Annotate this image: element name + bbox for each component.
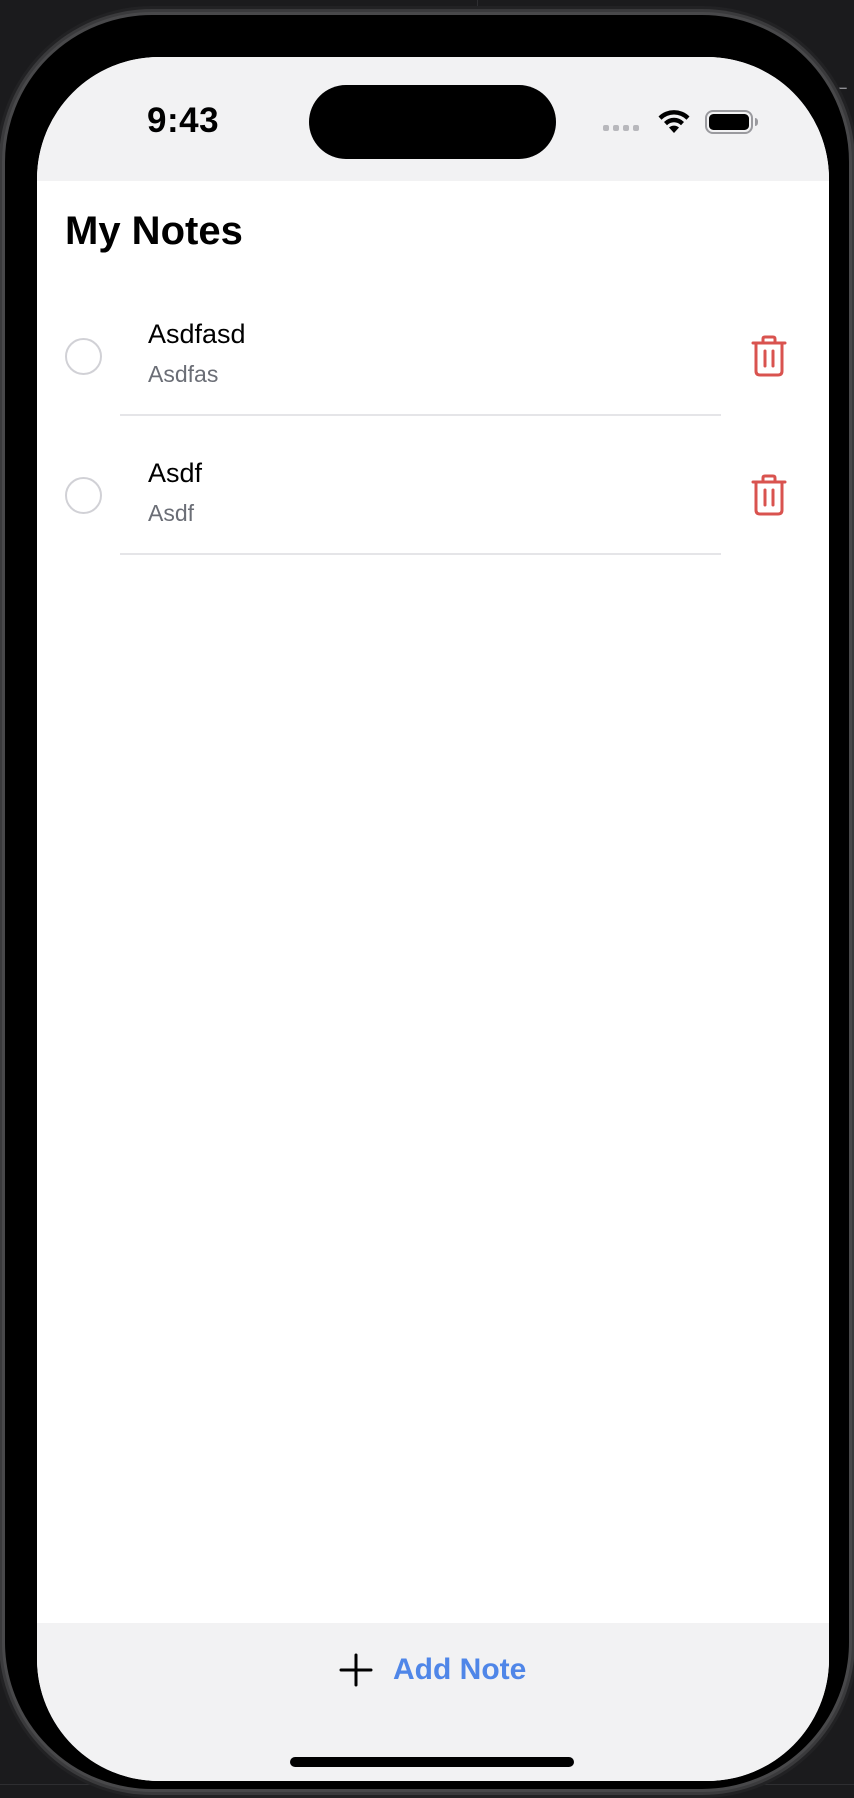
wifi-icon (658, 110, 690, 133)
app-screen: 9:43 My Notes Asdfasd Asdfas Asdf Asdf A… (37, 57, 829, 1781)
notes-list: Asdfasd Asdfas Asdf Asdf (37, 301, 829, 579)
add-note-label: Add Note (393, 1653, 527, 1686)
note-body: Asdfas (148, 361, 219, 387)
bottom-toolbar: Add Note (37, 1623, 829, 1781)
note-body: Asdf (148, 500, 195, 526)
note-complete-checkbox[interactable] (65, 477, 102, 514)
note-title: Asdfasd (148, 319, 246, 349)
edge-clipped-glyph: ⌐ (836, 78, 848, 100)
page-title: My Notes (65, 209, 243, 253)
phone-frame: 9:43 My Notes Asdfasd Asdfas Asdf Asdf A… (2, 12, 852, 1792)
add-note-button[interactable]: Add Note (339, 1645, 526, 1695)
note-title: Asdf (148, 458, 203, 488)
battery-icon (705, 110, 758, 134)
status-time: 9:43 (147, 101, 220, 140)
trash-icon[interactable] (751, 473, 787, 517)
row-divider (120, 553, 721, 555)
home-indicator (290, 1757, 574, 1767)
status-bar: 9:43 (37, 57, 829, 181)
trash-icon[interactable] (751, 334, 787, 378)
cellular-signal-icon (603, 125, 639, 131)
note-complete-checkbox[interactable] (65, 338, 102, 375)
dynamic-island (309, 85, 556, 159)
row-divider (120, 414, 721, 416)
note-row[interactable]: Asdf Asdf (37, 440, 829, 579)
plus-icon (339, 1653, 373, 1687)
note-row[interactable]: Asdfasd Asdfas (37, 301, 829, 440)
